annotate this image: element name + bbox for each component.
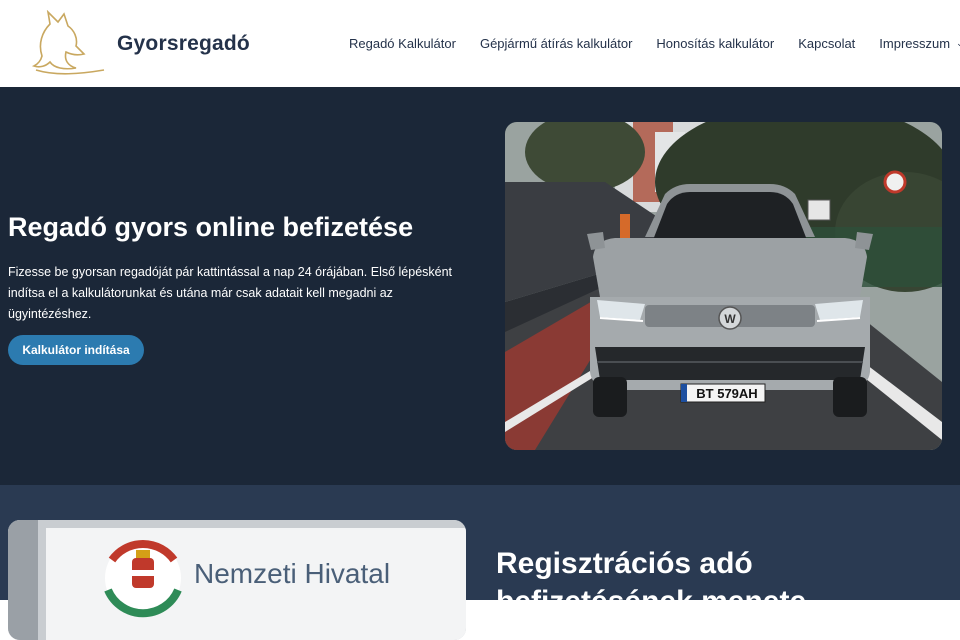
nav-impresszum-label: Impresszum	[879, 36, 951, 51]
chevron-down-icon: ⌄	[956, 38, 960, 48]
section-title: Regisztrációs adó befizetésének menete	[496, 547, 807, 618]
license-plate-text: BT 579AH	[696, 386, 757, 401]
nav-honositas-kalkulator[interactable]: Honosítás kalkulátor	[656, 36, 774, 51]
start-calculator-button[interactable]: Kalkulátor indítása	[8, 335, 144, 365]
registration-tax-section: Nemzeti Hivatal Regisztrációs adó befize…	[0, 485, 960, 640]
brand-name[interactable]: Gyorsregadó	[117, 32, 250, 56]
hero-description: Fizesse be gyorsan regadóját pár kattint…	[8, 265, 453, 321]
sign-text: Nemzeti Hivatal	[194, 558, 390, 589]
hero-car-photo: W BT 579AH	[505, 122, 942, 450]
nav-regado-kalkulator[interactable]: Regadó Kalkulátor	[349, 36, 456, 51]
nav-impresszum[interactable]: Impresszum ⌄	[879, 36, 960, 51]
nav-gepjarmu-atiras-kalkulator[interactable]: Gépjármű átírás kalkulátor	[480, 36, 632, 51]
fox-logo-icon[interactable]	[28, 10, 106, 78]
nav-kapcsolat[interactable]: Kapcsolat	[798, 36, 855, 51]
svg-text:W: W	[724, 312, 736, 326]
sign-illustration: Nemzeti Hivatal	[8, 520, 466, 640]
hero-title: Regadó gyors online befizetése	[8, 212, 414, 242]
site-header: Gyorsregadó Regadó Kalkulátor Gépjármű á…	[0, 0, 960, 87]
car-photo-illustration: W BT 579AH	[505, 122, 942, 450]
nemzeti-hivatal-sign-photo: Nemzeti Hivatal	[8, 520, 466, 640]
main-nav: Regadó Kalkulátor Gépjármű átírás kalkul…	[349, 36, 960, 51]
hero-section: Regadó gyors online befizetése Fizesse b…	[0, 87, 960, 485]
